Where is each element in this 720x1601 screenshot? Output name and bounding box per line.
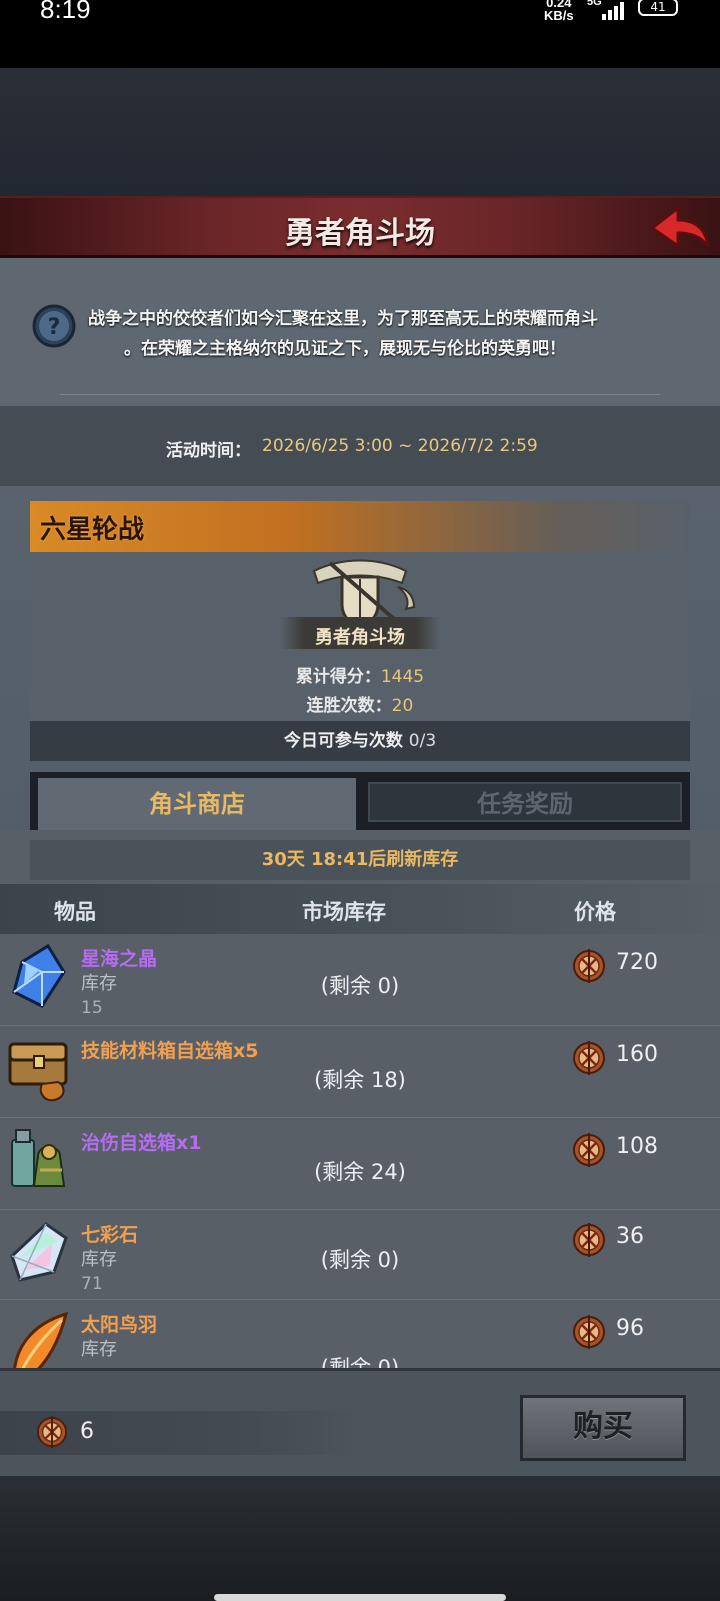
item-price: 108	[616, 1134, 658, 1159]
column-header: 物品 市场库存 价格	[0, 884, 720, 934]
column-stock: 市场库存	[302, 900, 386, 924]
list-item[interactable]: 治伤自选箱x1 (剩余 24) 108	[0, 1118, 720, 1210]
top-backdrop	[0, 68, 720, 196]
arena-coin-icon	[573, 1315, 605, 1349]
status-time: 8:19	[40, 0, 91, 24]
item-stock: 库存 71	[81, 1249, 117, 1294]
mode-header: 六星轮战	[30, 501, 690, 552]
help-icon[interactable]: ?	[32, 304, 76, 348]
column-item: 物品	[54, 900, 96, 924]
item-name: 技能材料箱自选箱x5	[81, 1040, 259, 1062]
buy-button[interactable]: 购买	[520, 1395, 686, 1461]
page-title: 勇者角斗场	[285, 216, 435, 251]
rainbow-stone-icon	[10, 1222, 68, 1282]
currency-balance: 6	[0, 1411, 360, 1455]
event-time-label: 活动时间：	[166, 441, 251, 461]
purchase-bar: 6 购买	[0, 1368, 720, 1476]
potion-box-icon	[11, 1129, 66, 1187]
arena-coin-icon	[573, 949, 605, 983]
tab-bar: 角斗商店 任务奖励	[30, 772, 690, 830]
restock-timer: 30天 18:41后刷新库存	[30, 840, 690, 880]
event-time-bar: 活动时间： 2026/6/25 3:00 ~ 2026/7/2 2:59	[0, 406, 720, 486]
item-name: 星海之晶	[81, 948, 158, 970]
item-name: 七彩石	[81, 1224, 139, 1246]
score-line: 累计得分：1445	[295, 667, 425, 687]
treasure-chest-icon	[8, 1042, 68, 1102]
item-name: 治伤自选箱x1	[81, 1132, 202, 1154]
footer-backdrop	[0, 1476, 720, 1601]
mode-card: 六星轮战 勇者角斗场 累计得分：1445 连胜次数：20 今日可参与次数 0/3	[30, 501, 690, 761]
item-price: 36	[616, 1224, 644, 1249]
mode-title: 六星轮战	[40, 515, 145, 545]
list-item[interactable]: 技能材料箱自选箱x5 (剩余 18) 160	[0, 1026, 720, 1118]
network-speed: 0.24 KB/s	[544, 0, 574, 23]
item-remaining: (剩余 24)	[314, 1160, 406, 1184]
item-name: 太阳鸟羽	[81, 1314, 158, 1336]
arena-coin-icon	[36, 1416, 68, 1448]
item-remaining: (剩余 0)	[320, 974, 400, 998]
streak-line: 连胜次数：20	[306, 696, 414, 716]
title-bar: 勇者角斗场	[0, 196, 720, 258]
divider	[60, 394, 660, 395]
item-remaining: (剩余 0)	[320, 1248, 400, 1272]
signal-icon	[602, 2, 624, 20]
blue-crystal-icon	[12, 943, 66, 1008]
intro-description: 战争之中的佼佼者们如今汇聚在这里，为了那至高无上的荣耀而角斗 。在荣耀之主格纳尔…	[88, 309, 598, 359]
event-time-value: 2026/6/25 3:00 ~ 2026/7/2 2:59	[262, 436, 538, 456]
battery-icon: 41	[638, 0, 678, 16]
tab-arena-shop[interactable]: 角斗商店	[38, 778, 356, 830]
svg-text:?: ?	[48, 315, 61, 340]
tab-task-rewards[interactable]: 任务奖励	[368, 782, 682, 822]
arena-coin-icon	[573, 1041, 605, 1075]
shop-item-list[interactable]: 星海之晶 库存 15 (剩余 0) 720 技能材料箱自选箱x5 (剩余 18)	[0, 934, 720, 1368]
score-value: 1445	[380, 667, 425, 687]
daily-attempts-value: 0/3	[408, 731, 437, 751]
list-item[interactable]: 太阳鸟羽 库存 (剩余 0) 96	[0, 1300, 720, 1368]
list-item[interactable]: 七彩石 库存 71 (剩余 0) 36	[0, 1210, 720, 1300]
streak-value: 20	[391, 696, 414, 716]
item-remaining: (剩余 0)	[320, 1356, 400, 1368]
column-price: 价格	[574, 900, 616, 924]
item-price: 96	[616, 1316, 644, 1341]
home-indicator[interactable]	[214, 1594, 506, 1601]
list-item[interactable]: 星海之晶 库存 15 (剩余 0) 720	[0, 934, 720, 1026]
sunbird-feather-icon	[13, 1311, 69, 1368]
item-stock: 库存 15	[81, 973, 117, 1018]
daily-attempts: 今日可参与次数 0/3	[30, 721, 690, 761]
status-bar: 8:19 0.24 KB/s 5G 41	[0, 0, 720, 68]
item-remaining: (剩余 18)	[314, 1068, 406, 1092]
arena-coin-icon	[573, 1223, 605, 1257]
currency-value: 6	[80, 1419, 94, 1444]
item-stock: 库存	[81, 1339, 117, 1360]
item-price: 160	[616, 1042, 658, 1067]
back-arrow-icon[interactable]	[648, 202, 712, 256]
badge-name: 勇者角斗场	[315, 627, 405, 648]
arena-coin-icon	[573, 1133, 605, 1167]
item-price: 720	[616, 950, 658, 975]
